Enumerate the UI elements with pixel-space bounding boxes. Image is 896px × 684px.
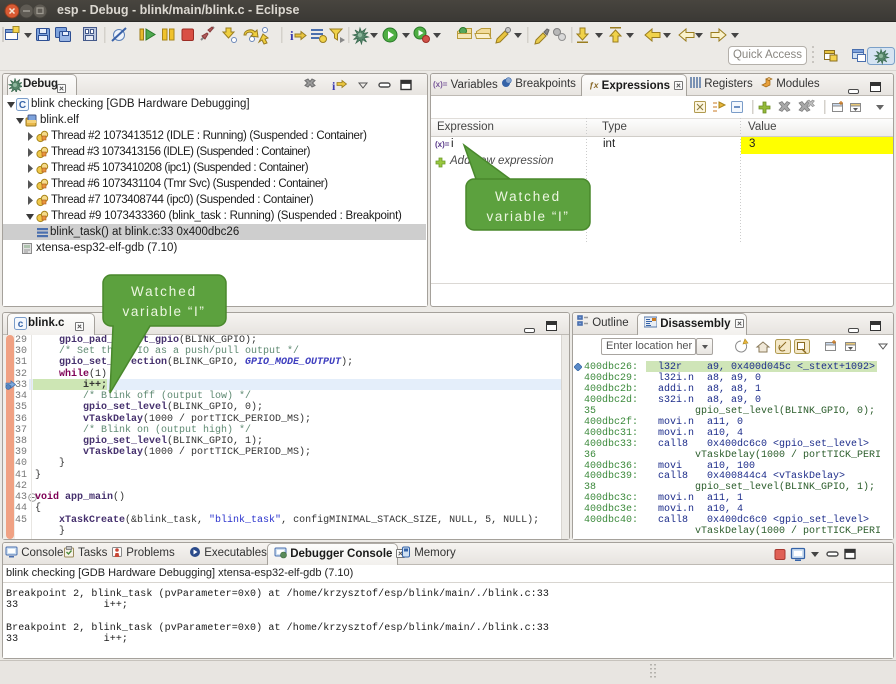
svg-text:i: i	[290, 28, 294, 43]
svg-text:c: c	[18, 319, 24, 330]
svg-text:Watched: Watched	[495, 189, 561, 204]
svg-text:C: C	[19, 100, 26, 111]
svg-text:variable “I”: variable “I”	[487, 209, 570, 224]
svg-text:variable “I”: variable “I”	[123, 304, 206, 319]
svg-text:Watched: Watched	[131, 284, 197, 299]
svg-text:i: i	[332, 79, 336, 93]
